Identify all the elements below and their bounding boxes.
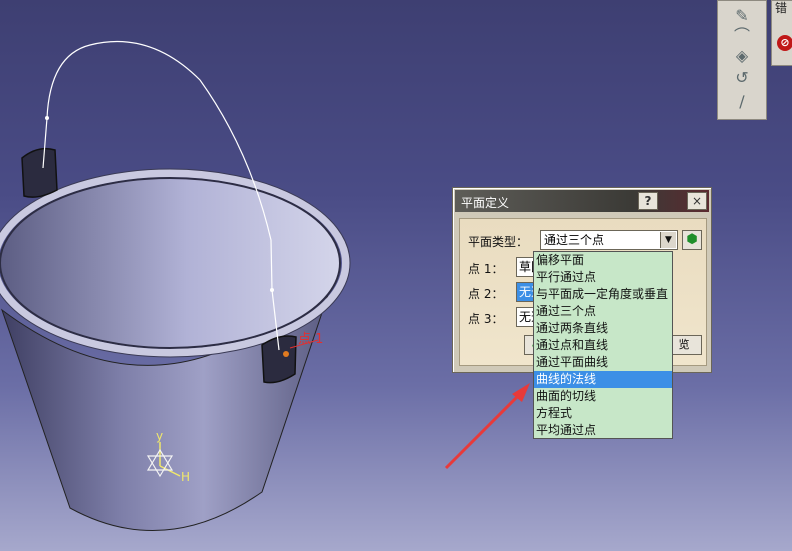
error-panel-title: 错 (775, 1, 788, 15)
sketch-icon[interactable]: ✎ (728, 5, 756, 27)
dropdown-item-offset-plane[interactable]: 偏移平面 (534, 252, 672, 269)
axis-y-label: y (156, 429, 163, 443)
close-button[interactable]: × (687, 192, 707, 210)
right-ear (261, 335, 297, 384)
plane-type-label: 平面类型： (468, 235, 529, 249)
axis-h-label: H (181, 470, 190, 484)
curve-icon[interactable]: ⌒ (728, 25, 756, 47)
dropdown-item-equation[interactable]: 方程式 (534, 405, 672, 422)
point3-label: 点 3： (468, 312, 504, 326)
dialog-titlebar[interactable]: 平面定义 ? × (455, 190, 709, 212)
left-ear (21, 147, 58, 198)
plane-type-value: 通过三个点 (544, 233, 605, 247)
help-button[interactable]: ? (638, 192, 658, 210)
dropdown-item-mean-through-points[interactable]: 平均通过点 (534, 422, 672, 439)
dropdown-item-planar-curve[interactable]: 通过平面曲线 (534, 354, 672, 371)
dropdown-item-angle-normal[interactable]: 与平面成一定角度或垂直 (534, 286, 672, 303)
handle-point-1 (45, 116, 49, 120)
plane-type-select[interactable]: 通过三个点 ▼ (540, 230, 678, 250)
bucket-inner (0, 177, 341, 349)
point-icon[interactable]: ↺ (728, 67, 756, 89)
dropdown-item-tangent-to-surface[interactable]: 曲面的切线 (534, 388, 672, 405)
chevron-down-icon[interactable]: ▼ (660, 232, 676, 248)
red-arrow (444, 390, 524, 470)
point1-label: 点 1： (468, 262, 504, 276)
vertical-toolbar: ✎ ⌒ ◈ ↺ ∕ (717, 0, 767, 120)
dropdown-item-point-and-line[interactable]: 通过点和直线 (534, 337, 672, 354)
dialog-title: 平面定义 (461, 196, 510, 210)
error-icon[interactable]: ⊘ (777, 35, 792, 51)
dropdown-item-normal-to-curve[interactable]: 曲线的法线 (534, 371, 672, 388)
point-1-marker (283, 351, 289, 357)
dropdown-item-parallel-through-point[interactable]: 平行通过点 (534, 269, 672, 286)
dropdown-item-three-points[interactable]: 通过三个点 (534, 303, 672, 320)
point-1-label: 点 1 (298, 332, 323, 347)
plane-icon[interactable]: ◈ (728, 45, 756, 67)
plane-type-dropdown: 偏移平面 平行通过点 与平面成一定角度或垂直 通过三个点 通过两条直线 通过点和… (533, 251, 673, 439)
dropdown-item-two-lines[interactable]: 通过两条直线 (534, 320, 672, 337)
error-panel: 错 ⊘ (771, 0, 792, 66)
point2-label: 点 2： (468, 287, 504, 301)
selection-mode-button[interactable]: ⬢ (682, 230, 702, 250)
handle-point-2 (270, 288, 274, 292)
spline-icon[interactable]: ∕ (728, 91, 756, 113)
